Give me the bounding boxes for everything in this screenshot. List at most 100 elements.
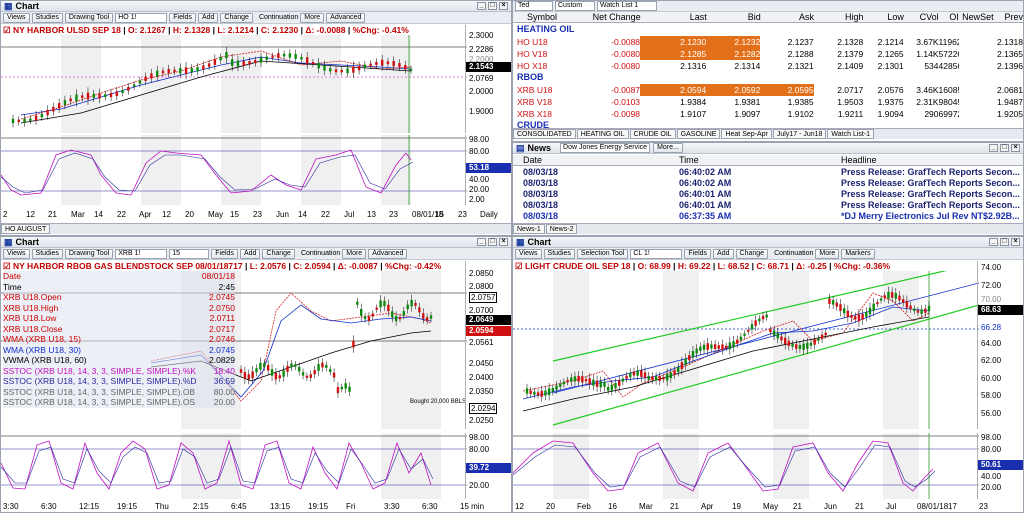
add-button[interactable]: Add (239, 248, 261, 259)
minimize-icon[interactable]: _ (477, 2, 486, 10)
candle-body (300, 56, 303, 60)
quote-row[interactable]: HO X18 -0.0080 2.1316 2.1314 2.1321 2.1409 2.1… (513, 60, 1023, 72)
views-button[interactable]: Views (515, 248, 542, 259)
close-icon[interactable]: × (1011, 238, 1020, 246)
studies-button[interactable]: Studies (31, 12, 63, 23)
more-button[interactable]: More (815, 248, 840, 259)
xrb-stoch-plot[interactable] (1, 433, 467, 499)
advanced-button[interactable]: Advanced (368, 248, 408, 259)
news-row[interactable]: 08/03/18 06:37:35 AM *DJ Merry Electronics… (513, 211, 1023, 222)
quote-tab[interactable]: Heat Sep-Apr (721, 129, 772, 139)
candle-body (34, 115, 38, 121)
advanced-button[interactable]: Advanced (326, 12, 366, 23)
more-button[interactable]: More (300, 12, 325, 23)
quote-tab[interactable]: GASOLINE (676, 129, 721, 139)
quote-row[interactable]: XRB X18 -0.0098 1.9107 1.9097 1.9102 1.9211 1.… (513, 108, 1023, 120)
news-more-button[interactable]: More... (653, 143, 683, 153)
tab-news-2[interactable]: News-2 (545, 224, 578, 234)
candle-body (328, 369, 332, 372)
maximize-icon[interactable]: □ (488, 238, 497, 246)
views-button[interactable]: Views (3, 12, 30, 23)
candle-body (363, 64, 367, 69)
candle-body (820, 334, 824, 339)
news-row[interactable]: 08/03/18 06:40:02 AM Press Release: GrafTe… (513, 178, 1023, 189)
symbol-input[interactable]: HO 1! (115, 12, 168, 23)
ho-price-plot[interactable] (1, 35, 467, 133)
quote-row[interactable]: XRB U18 -0.0087 2.0594 2.0592 2.0595 2.0717 2.… (513, 84, 1023, 96)
studies-button[interactable]: Studies (31, 248, 63, 259)
quote-layout-select[interactable]: Custom (555, 1, 595, 11)
minimize-icon[interactable]: _ (477, 238, 486, 246)
quote-user-select[interactable]: Ted (515, 1, 553, 11)
date-tick: 14 (298, 210, 307, 219)
quote-tab[interactable]: CONSOLIDATED (513, 129, 576, 139)
cl-chart-titlebar[interactable]: ▦ Chart _ □ × (513, 237, 1023, 248)
change-button[interactable]: Change (262, 248, 295, 259)
close-icon[interactable]: × (499, 2, 508, 10)
date-tick: 20 (546, 502, 555, 511)
checkbox-icon[interactable]: ☑ (515, 261, 523, 271)
quote-tab[interactable]: CRUDE OIL (629, 129, 676, 139)
candle-body (242, 61, 245, 66)
quote-tab[interactable]: July17 - Jun18 (772, 129, 827, 139)
candle-body (673, 370, 676, 375)
date-tick: Feb (577, 502, 591, 511)
fields-button[interactable]: Fields (211, 248, 238, 259)
candle-body (386, 61, 390, 65)
symbol-input[interactable]: CL 1! (630, 248, 683, 259)
cl-price-plot[interactable] (513, 271, 979, 429)
views-button[interactable]: Views (3, 248, 30, 259)
watchlist-select[interactable]: Watch List 1 (597, 1, 657, 11)
maximize-icon[interactable]: □ (1000, 238, 1009, 246)
ho-chart-titlebar[interactable]: ▦ Chart _ □ × (1, 1, 511, 12)
selection-tool-button[interactable]: Selection Tool (576, 248, 629, 259)
fields-button[interactable]: Fields (684, 248, 712, 259)
quote-row[interactable]: HO V18 -0.0080 2.1285 2.1282 2.1288 2.1379 2.1… (513, 48, 1023, 60)
candle-body (375, 307, 378, 310)
checkbox-icon[interactable]: ☑ (3, 261, 11, 271)
ho-stoch-tag: 53.18 (466, 163, 511, 173)
xrb-chart-titlebar[interactable]: ▦ Chart _ □ × (1, 237, 511, 248)
quote-row[interactable]: HO U18 -0.0088 2.1230 2.1232 2.1237 2.1328 2.1… (513, 36, 1023, 48)
news-source-select[interactable]: Dow Jones Energy Service (560, 143, 651, 153)
maximize-icon[interactable]: □ (1000, 144, 1009, 152)
markers-button[interactable]: Markers (841, 248, 875, 259)
symbol-input[interactable]: XRB 1! (115, 248, 168, 259)
news-titlebar[interactable]: ▤ News Dow Jones Energy Service More... … (513, 143, 1023, 154)
studies-button[interactable]: Studies (543, 248, 575, 259)
continuation-label[interactable]: Continuation (259, 14, 298, 21)
more-button[interactable]: More (342, 248, 367, 259)
candle-body (831, 300, 835, 305)
drawing-tool-button[interactable]: Drawing Tool (64, 12, 114, 23)
interval-input[interactable]: 15 (169, 248, 210, 259)
cl-stoch-plot[interactable] (513, 433, 979, 499)
fields-button[interactable]: Fields (169, 12, 196, 23)
quote-cell (959, 96, 994, 108)
minimize-icon[interactable]: _ (989, 144, 998, 152)
quote-cell: 1.9384 (680, 97, 707, 107)
quote-tab[interactable]: Watch List-1 (827, 129, 875, 139)
news-row[interactable]: 08/03/18 06:40:02 AM Press Release: GrafTe… (513, 167, 1023, 178)
add-button[interactable]: Add (713, 248, 734, 259)
drawing-tool-button[interactable]: Drawing Tool (64, 248, 114, 259)
checkbox-icon[interactable]: ☑ (3, 25, 11, 35)
candle-body (610, 384, 614, 391)
candle-body (278, 375, 281, 379)
minimize-icon[interactable]: _ (989, 238, 998, 246)
tab-news-1[interactable]: News-1 (513, 224, 545, 234)
news-row[interactable]: 08/03/18 06:40:01 AM Press Release: GrafTe… (513, 189, 1023, 200)
continuation-label[interactable]: Continuation (301, 250, 340, 257)
quote-tab[interactable]: HEATING OIL (576, 129, 629, 139)
maximize-icon[interactable]: □ (488, 2, 497, 10)
continuation-label[interactable]: Continuation (774, 250, 813, 257)
ho-stoch-plot[interactable] (1, 135, 467, 205)
xrb-chart-window: ▦ Chart _ □ × Views Studies Drawing Tool X… (0, 236, 512, 513)
close-icon[interactable]: × (1011, 144, 1020, 152)
quote-row[interactable]: XRB V18 -0.0103 1.9384 1.9381 1.9385 1.9503 1.… (513, 96, 1023, 108)
ho-subtab[interactable]: HO AUGUST (1, 224, 51, 234)
news-row[interactable]: 08/03/18 06:40:01 AM Press Release: GrafTe… (513, 200, 1023, 211)
change-button[interactable]: Change (735, 248, 769, 259)
add-button[interactable]: Add (197, 12, 219, 23)
close-icon[interactable]: × (499, 238, 508, 246)
change-button[interactable]: Change (220, 12, 253, 23)
